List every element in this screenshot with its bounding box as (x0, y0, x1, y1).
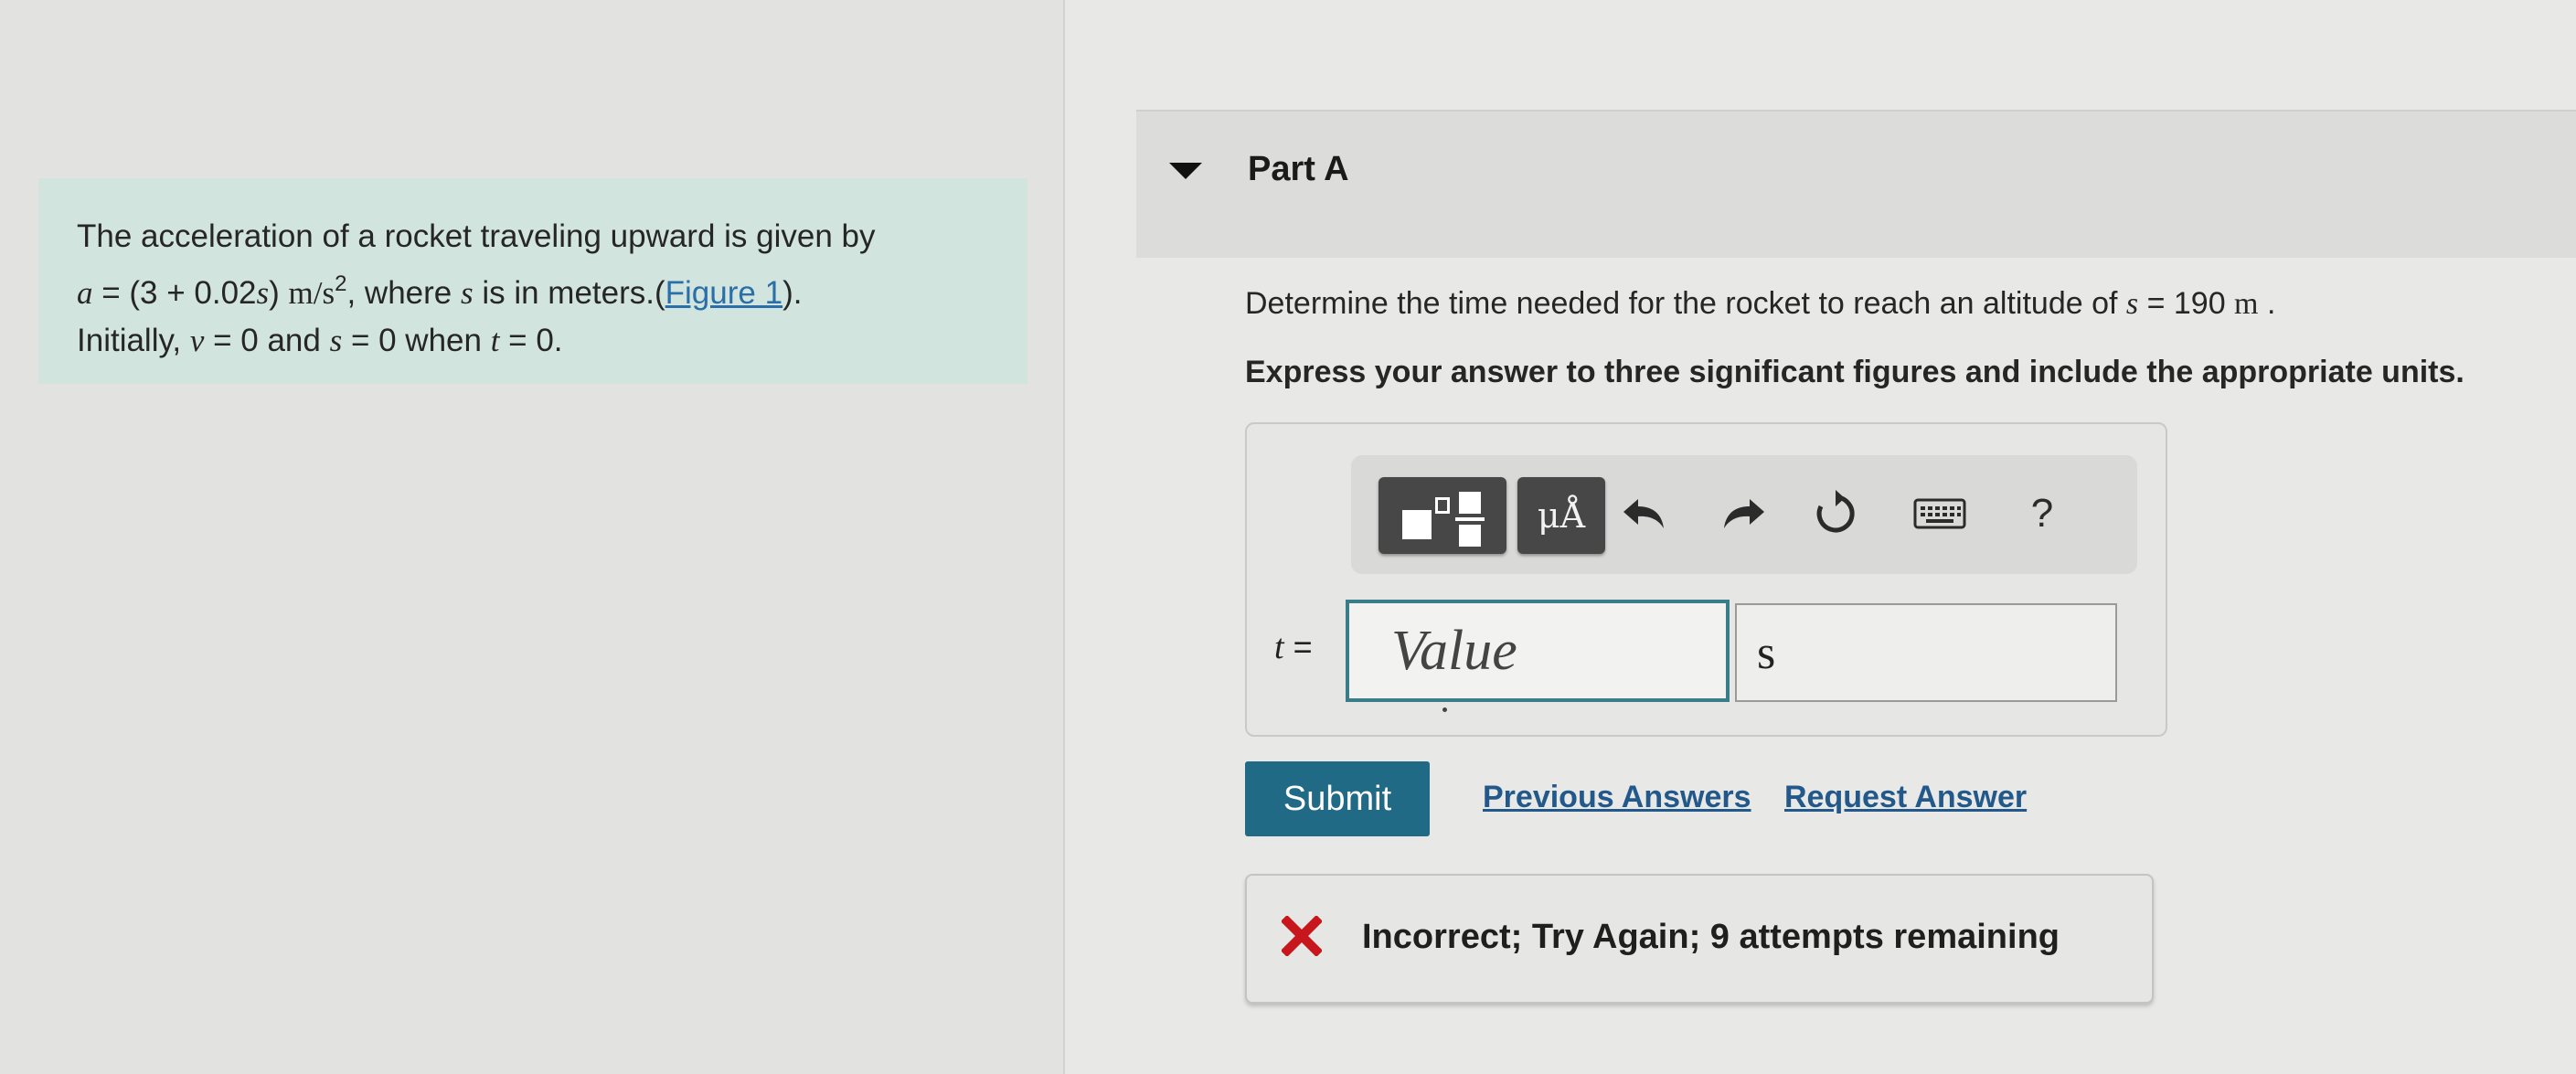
question-lead: Determine the time needed for the rocket… (1245, 286, 2126, 321)
instruction-text: Express your answer to three significant… (1245, 355, 2464, 389)
submit-button[interactable]: Submit (1245, 761, 1430, 836)
units-input[interactable] (1735, 603, 2117, 702)
question-unit: m (2234, 287, 2259, 321)
units-button[interactable]: μÅ (1517, 477, 1605, 554)
question-text: Determine the time needed for the rocket… (1245, 286, 2275, 322)
answer-equals: = (1283, 628, 1313, 665)
formula-eq: = (3 + 0.02 (92, 275, 257, 311)
value-input[interactable] (1346, 600, 1730, 702)
input-cursor-dot (1442, 707, 1447, 712)
formula-s: s (256, 275, 270, 311)
answer-variable-label: t = (1274, 627, 1313, 667)
previous-answers-link[interactable]: Previous Answers (1483, 780, 1751, 815)
formula-units-exponent: 2 (335, 271, 347, 296)
caret-down-icon[interactable] (1169, 163, 1202, 179)
problem-line-3-c: = 0 when (342, 323, 491, 358)
problem-line-3-t: t (490, 323, 500, 358)
templates-button[interactable] (1378, 477, 1506, 554)
problem-line-2-c: ). (782, 275, 803, 311)
feedback-box: Incorrect; Try Again; 9 attempts remaini… (1245, 874, 2154, 1004)
math-toolbar: μÅ ? (1351, 455, 2137, 574)
problem-text: The acceleration of a rocket traveling u… (77, 213, 1009, 365)
redo-icon[interactable] (1717, 486, 1772, 541)
problem-line-2-a: , where (346, 275, 461, 311)
problem-statement: The acceleration of a rocket traveling u… (38, 178, 1027, 384)
help-button[interactable]: ? (2015, 486, 2070, 541)
problem-pane: The acceleration of a rocket traveling u… (0, 0, 1063, 1074)
part-title: Part A (1248, 150, 1349, 188)
undo-icon[interactable] (1616, 486, 1671, 541)
problem-line-2-b: is in meters.( (473, 275, 665, 311)
answer-panel: μÅ ? t = (1245, 422, 2167, 737)
formula-close: ) (269, 275, 289, 311)
problem-line-3-v: v (189, 323, 205, 358)
formula-a: a (77, 275, 93, 311)
question-end: . (2258, 286, 2276, 321)
part-a-header[interactable]: Part A (1136, 110, 2576, 258)
feedback-message: Incorrect; Try Again; 9 attempts remaini… (1362, 918, 2060, 956)
question-value: = 190 (2138, 286, 2235, 321)
problem-line-3-b: = 0 and (204, 323, 330, 358)
problem-line-1: The acceleration of a rocket traveling u… (77, 218, 876, 254)
request-answer-link[interactable]: Request Answer (1784, 780, 2027, 815)
problem-line-3-s: s (329, 323, 343, 358)
problem-line-3-a: Initially, (77, 323, 190, 358)
formula-units: m/s (288, 275, 335, 311)
problem-line-3-d: = 0. (499, 323, 563, 358)
keyboard-icon[interactable] (1912, 486, 1967, 541)
question-var: s (2125, 287, 2139, 321)
reset-icon[interactable] (1808, 486, 1863, 541)
figure-link[interactable]: Figure 1 (665, 275, 782, 311)
problem-line-2-s: s (460, 275, 474, 311)
incorrect-x-icon (1280, 914, 1324, 958)
answer-variable: t (1274, 628, 1284, 666)
